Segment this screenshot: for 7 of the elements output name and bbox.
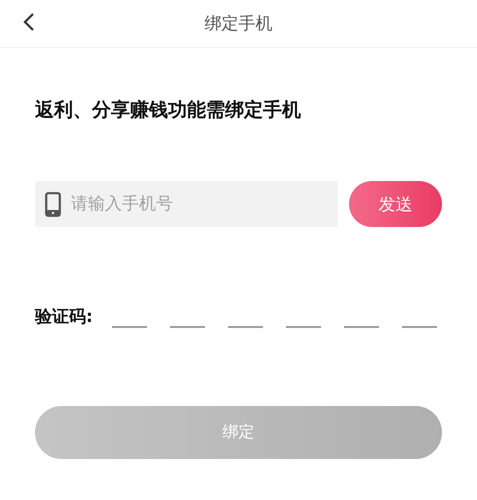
code-label: 验证码: [35,306,94,328]
send-button[interactable]: 发送 [349,181,442,227]
bind-prompt: 返利、分享赚钱功能需绑定手机 [35,98,302,122]
page-title: 绑定手机 [204,13,272,35]
phone-input-field[interactable]: 请输入手机号 [35,181,338,227]
phone-icon [45,192,61,217]
back-icon[interactable] [22,12,36,32]
